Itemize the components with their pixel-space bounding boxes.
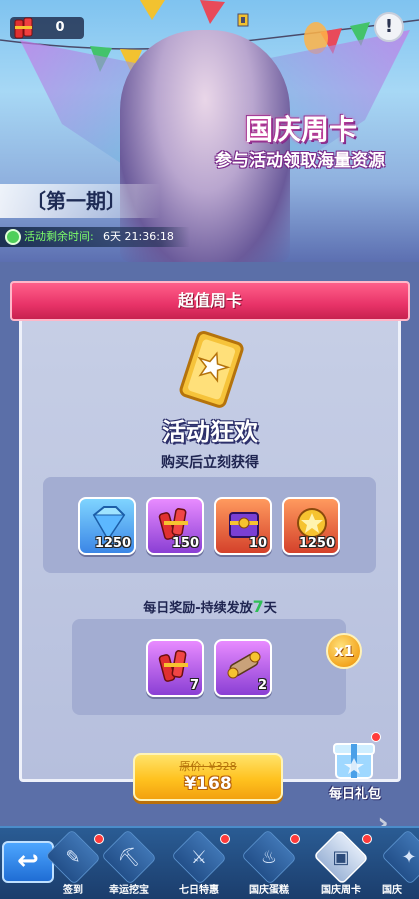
multiplier-badge: x1 — [326, 633, 362, 669]
tab-label: 国庆蛋糕 — [249, 885, 289, 895]
tab-seven-day-deals[interactable]: ⚔ 七日特惠 — [166, 829, 232, 899]
gift-chest-icon[interactable] — [330, 736, 378, 782]
price: ¥168 — [184, 774, 232, 794]
reward-item-diamond[interactable]: 1250 — [78, 497, 136, 555]
daily-item-scroll[interactable]: 2 — [214, 639, 272, 697]
daily-rewards-title: 每日奖励-持续发放7天 — [100, 597, 320, 617]
period-badge: 〔第一期〕 — [0, 184, 160, 218]
reward-qty: 7 — [189, 678, 199, 693]
reward-item-treasure-box[interactable]: 10 — [214, 497, 272, 555]
firecracker-icon — [14, 17, 33, 39]
tab-national-day-cake[interactable]: ♨ 国庆蛋糕 — [236, 829, 302, 899]
timer-value: 6天 21:36:18 — [103, 230, 174, 243]
pickaxe-icon: ⛏ — [117, 847, 141, 868]
daily-days: 7 — [252, 597, 264, 616]
tab-national-day-more[interactable]: ✦ 国庆 — [376, 830, 419, 899]
daily-item-firecrackers[interactable]: 7 — [146, 639, 204, 697]
reward-qty: 1250 — [94, 536, 131, 551]
buy-button[interactable]: 原价: ¥328 ¥168 — [133, 753, 283, 801]
reward-qty: 1250 — [298, 536, 335, 551]
alert-button[interactable]: ! — [374, 12, 404, 42]
back-arrow-icon: ↩ — [17, 846, 39, 876]
ticket-count: 0 — [55, 20, 65, 35]
reward-item-firecrackers[interactable]: 150 — [146, 497, 204, 555]
tab-label: 幸运挖宝 — [109, 885, 149, 895]
event-title: 国庆周卡 — [244, 113, 357, 146]
tab-label: 七日特惠 — [179, 885, 219, 895]
card-icon: ▣ — [332, 847, 350, 868]
reward-qty: 2 — [257, 678, 267, 693]
notification-dot — [220, 834, 230, 844]
golden-card-icon — [179, 330, 244, 408]
reward-qty: 150 — [171, 536, 199, 551]
subheadline: 购买后立刻获得 — [161, 455, 259, 471]
daily-rewards-box — [72, 619, 346, 715]
original-price: 原价: ¥328 — [179, 760, 237, 773]
clock-icon — [5, 229, 21, 245]
notification-dot — [290, 834, 300, 844]
tab-label: 国庆周卡 — [321, 885, 361, 895]
notification-dot — [371, 732, 381, 742]
notification-dot — [362, 834, 372, 844]
cake-icon: ♨ — [260, 847, 278, 868]
swords-icon: ⚔ — [190, 847, 208, 868]
daily-gift-label[interactable]: 每日礼包 — [322, 783, 388, 802]
timer-label: 活动剩余时间: — [24, 230, 94, 243]
daily-title-suffix: 天 — [263, 601, 277, 616]
tab-lucky-dig[interactable]: ⛏ 幸运挖宝 — [96, 829, 162, 899]
reward-item-medal[interactable]: 1250 — [282, 497, 340, 555]
reward-qty: 10 — [248, 536, 267, 551]
event-subtitle: 参与活动领取海量资源 — [215, 151, 385, 171]
card-ribbon-title: 超值周卡 — [10, 281, 410, 321]
card-icon: ✦ — [401, 847, 417, 868]
pennant-icon — [237, 13, 249, 27]
daily-title-prefix: 每日奖励-持续发放 — [143, 601, 253, 616]
headline: 活动狂欢 — [162, 418, 258, 446]
tab-national-day-weekly-card[interactable]: ▣ 国庆周卡 — [308, 829, 374, 899]
tab-label: 国庆 — [382, 885, 402, 895]
sign-in-icon: ✎ — [65, 847, 81, 868]
